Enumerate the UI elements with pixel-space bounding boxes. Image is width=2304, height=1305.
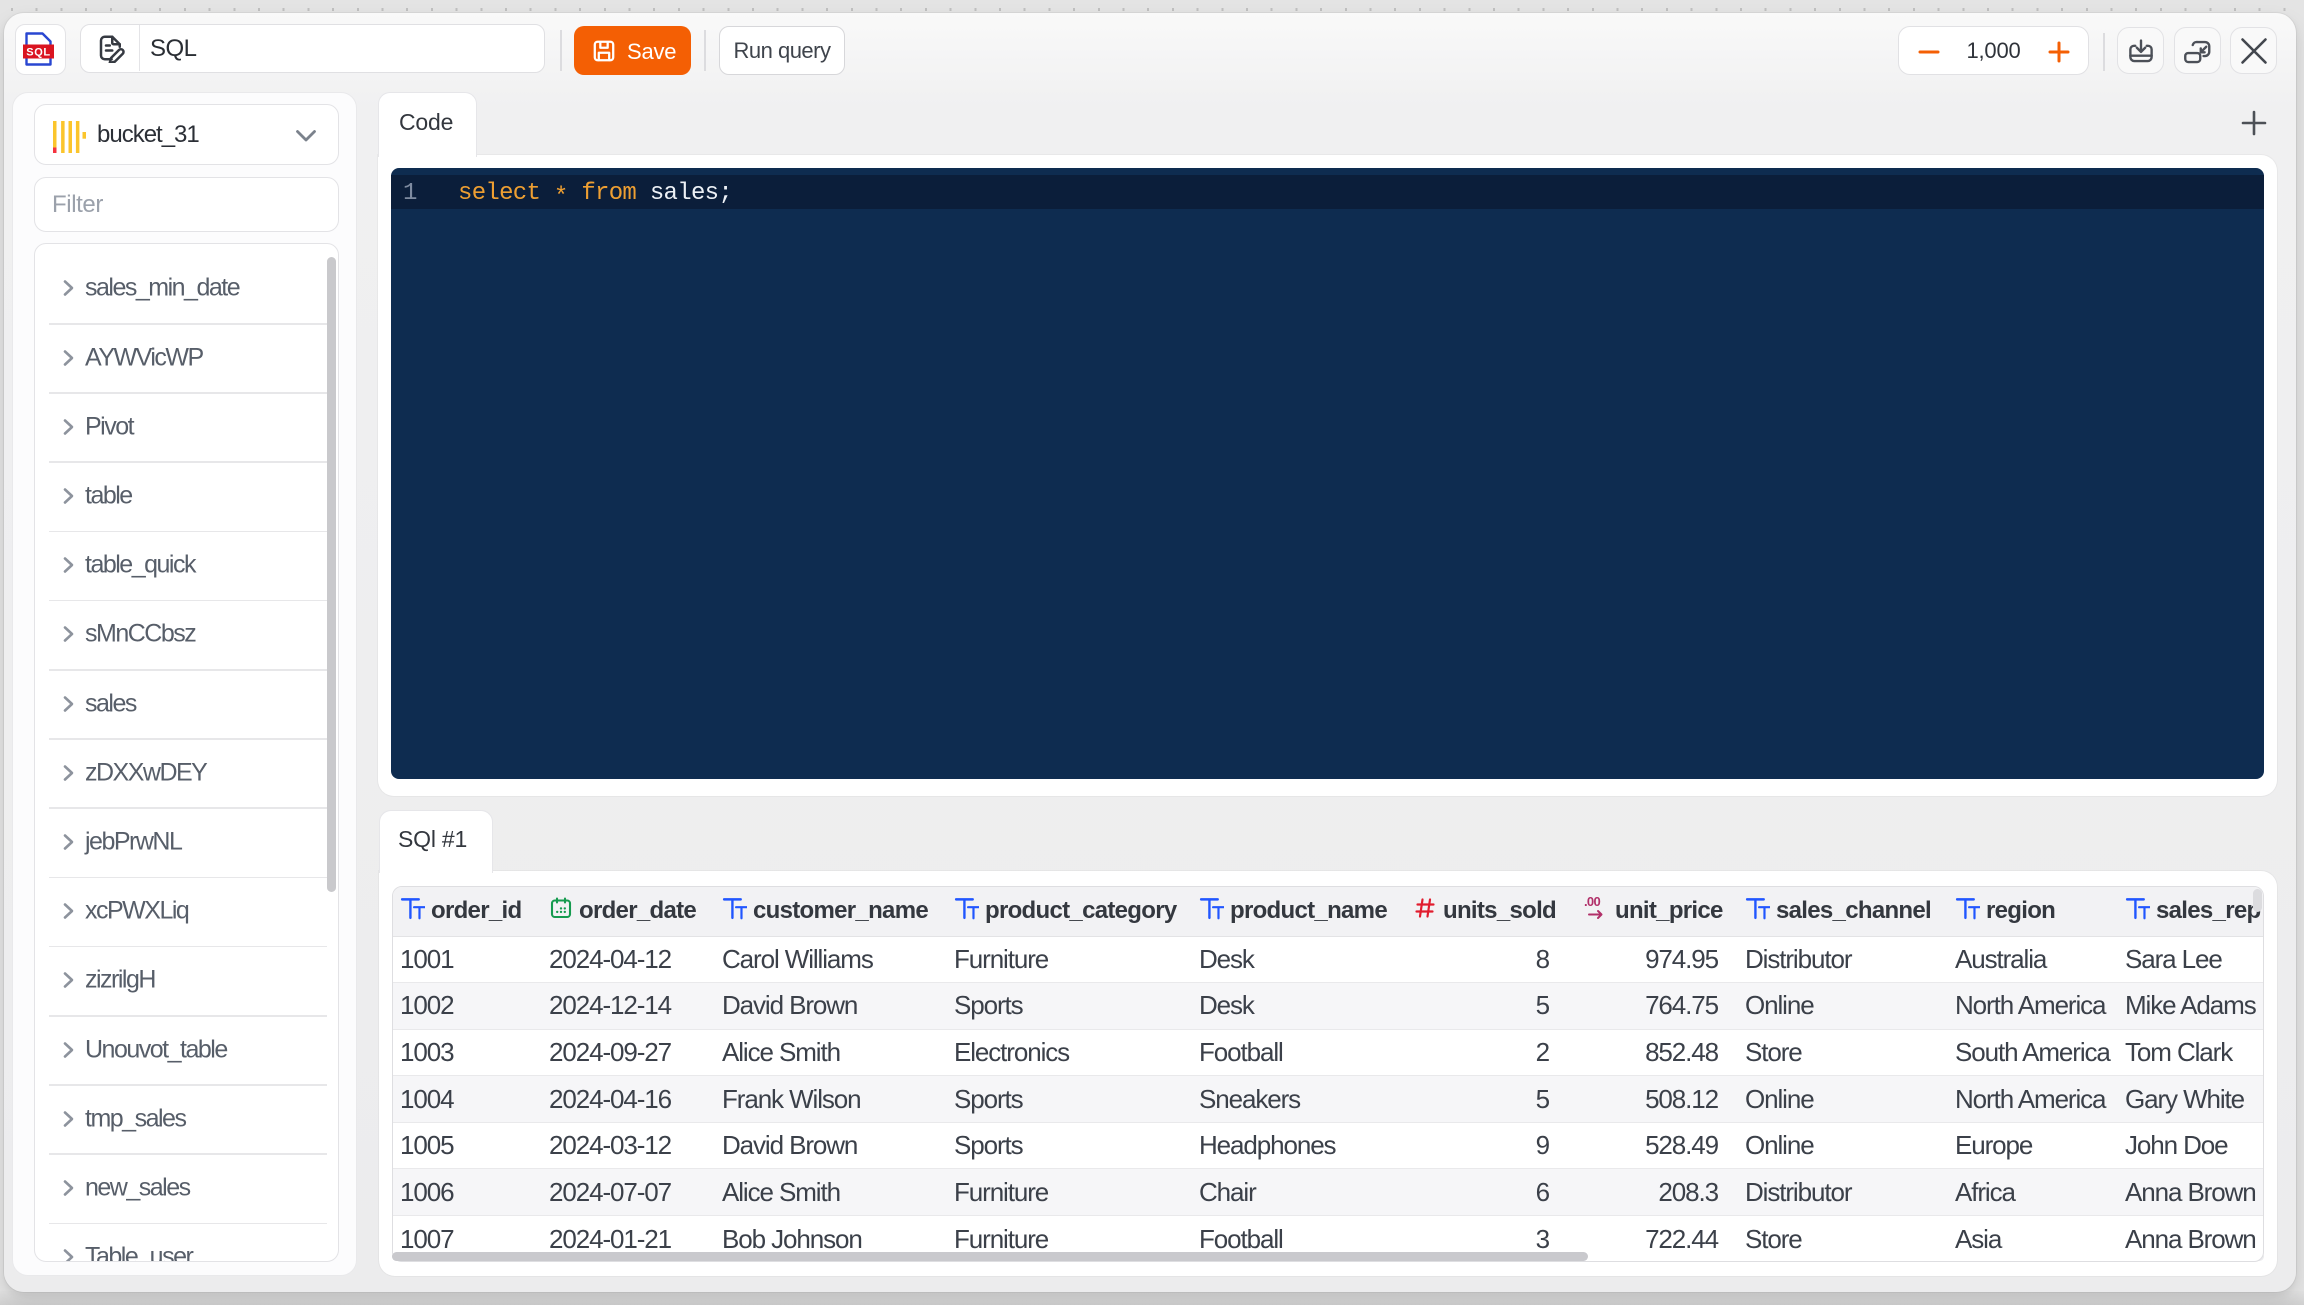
svg-text:SQL: SQL [26, 47, 50, 59]
svg-text:.00: .00 [1584, 895, 1600, 909]
